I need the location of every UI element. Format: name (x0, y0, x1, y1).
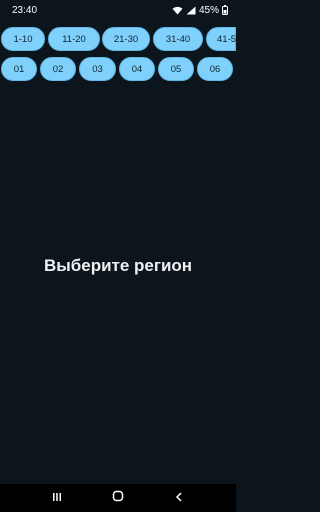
region-tab-03[interactable]: 03 (79, 57, 116, 81)
recents-button[interactable] (45, 486, 69, 510)
home-button[interactable] (106, 486, 130, 510)
region-tab-01[interactable]: 01 (1, 57, 37, 81)
wifi-icon (172, 6, 183, 15)
home-icon (112, 489, 124, 507)
battery-icon (222, 5, 228, 15)
range-tab-31-40[interactable]: 31-40 (153, 27, 203, 51)
region-tab-05[interactable]: 05 (158, 57, 194, 81)
back-button[interactable] (167, 486, 191, 510)
battery-percent: 45% (198, 4, 219, 16)
status-bar: 23:40 45% (0, 0, 236, 20)
region-tab-04[interactable]: 04 (119, 57, 155, 81)
status-icons: 45% (172, 5, 228, 16)
region-tab-02[interactable]: 02 (40, 57, 76, 81)
range-tab-1-10[interactable]: 1-10 (1, 27, 45, 51)
signal-icon (186, 6, 196, 15)
range-tab-21-30[interactable]: 21-30 (102, 27, 150, 51)
region-tab-06[interactable]: 06 (197, 57, 233, 81)
recents-icon (52, 489, 62, 507)
range-tab-41-50[interactable]: 41-5 (206, 27, 236, 51)
app-screen: 23:40 45% 1-10 11-20 21-30 31-40 41-5 01… (0, 0, 236, 512)
range-tab-11-20[interactable]: 11-20 (48, 27, 100, 51)
back-icon (174, 489, 184, 507)
page-title: Выберите регион (43, 256, 193, 275)
status-time: 23:40 (12, 4, 38, 16)
system-nav-bar (0, 484, 236, 512)
